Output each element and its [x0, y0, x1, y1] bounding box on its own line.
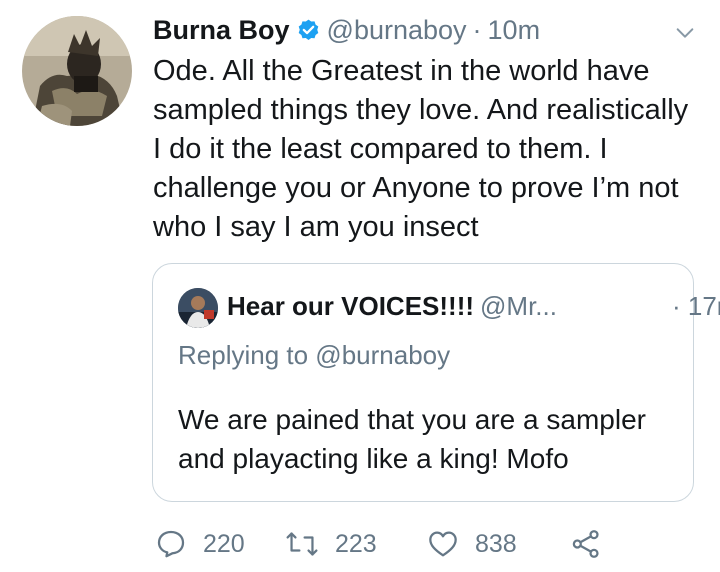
author-avatar[interactable]	[22, 16, 132, 126]
quoted-author-name: Hear our VOICES!!!!	[227, 290, 475, 321]
quoted-tweet-header: Hear our VOICES!!!! @Mr... · 17m	[227, 286, 720, 326]
quoted-tweet-card[interactable]: Hear our VOICES!!!! @Mr... · 17m Replyin…	[152, 263, 720, 502]
tweet-header: Burna Boy @burnaboy · 10m	[153, 10, 540, 50]
reply-icon	[155, 528, 187, 560]
share-button[interactable]	[570, 528, 602, 560]
reply-button[interactable]: 220	[155, 528, 285, 560]
replying-to-label: Replying to @burnaboy	[178, 340, 451, 370]
quoted-tweet-text: We are pained that you are a sampler and…	[178, 404, 646, 474]
separator-dot: ·	[472, 14, 482, 45]
like-count: 838	[475, 529, 517, 558]
quoted-tweet-timestamp: · 17m	[672, 290, 720, 321]
author-name[interactable]: Burna Boy	[153, 15, 290, 46]
quoted-author-handle: @Mr...	[480, 290, 557, 321]
like-icon	[427, 528, 459, 560]
retweet-count: 223	[335, 529, 377, 558]
chevron-down-icon[interactable]	[672, 20, 698, 46]
like-button[interactable]: 838	[427, 528, 570, 560]
verified-badge-icon	[296, 18, 321, 43]
tweet-timestamp[interactable]: 10m	[488, 15, 541, 46]
retweet-button[interactable]: 223	[285, 528, 427, 560]
retweet-icon	[285, 528, 319, 560]
reply-count: 220	[203, 529, 245, 558]
author-handle[interactable]: @burnaboy	[327, 15, 467, 46]
tweet-text: Ode. All the Greatest in the world have …	[153, 55, 689, 243]
share-icon	[570, 528, 602, 560]
tweet-action-bar: 220 223 838	[155, 526, 602, 562]
quoted-author-avatar	[178, 288, 218, 328]
